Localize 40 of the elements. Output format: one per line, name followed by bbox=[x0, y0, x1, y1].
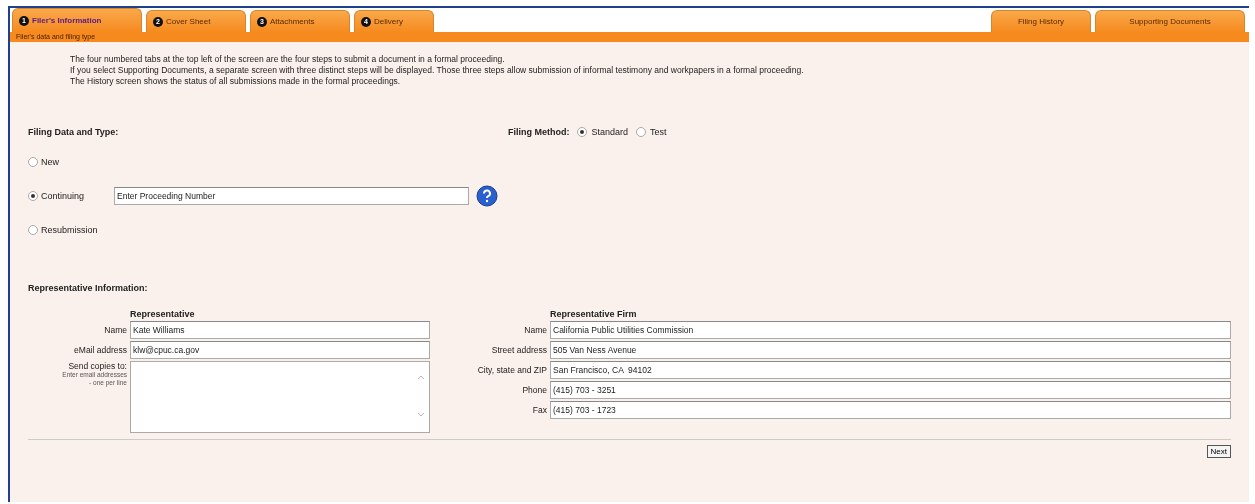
radio-button[interactable] bbox=[28, 157, 38, 167]
field-label: Name bbox=[523, 324, 548, 337]
section-heading: Filing Data and Type: bbox=[28, 127, 120, 137]
radio-button[interactable] bbox=[28, 225, 38, 235]
input-field[interactable]: 505 Van Ness Avenue bbox=[550, 341, 1231, 359]
column-heading: Representative bbox=[130, 309, 196, 319]
field-label: Name bbox=[103, 324, 128, 337]
input-field[interactable]: (415) 703 - 1723 bbox=[550, 401, 1231, 419]
column-heading: Representative Firm bbox=[550, 309, 638, 319]
next-button[interactable]: Next bbox=[1206, 445, 1231, 458]
field-label: Fax bbox=[531, 404, 548, 417]
copies-text-area[interactable] bbox=[130, 361, 430, 433]
scroll-arrows-icon bbox=[417, 374, 425, 418]
radio-label: Standard bbox=[591, 127, 628, 137]
intro-text: The four numbered tabs at the top left of the screen are the four steps to submit a document in a formal proceeding. bbox=[70, 54, 506, 65]
intro-text: The History screen shows the status of all submissions made in the formal proceedings. bbox=[70, 76, 402, 87]
help-icon[interactable] bbox=[476, 185, 498, 207]
input-field[interactable]: San Francisco, CA 94102 bbox=[550, 361, 1231, 379]
radio-button[interactable] bbox=[577, 127, 588, 137]
tab[interactable]: Supporting Documents bbox=[1095, 10, 1245, 32]
filing-method-label: Filing Method: bbox=[508, 127, 570, 137]
radio-button[interactable] bbox=[28, 191, 38, 201]
section-heading: Representative Information: bbox=[28, 283, 148, 293]
input-field[interactable]: (415) 703 - 3251 bbox=[550, 381, 1231, 399]
input-field[interactable]: klw@cpuc.ca.gov bbox=[130, 341, 430, 359]
tab[interactable]: Filing History bbox=[991, 10, 1091, 32]
field-label: eMail address bbox=[73, 344, 128, 357]
radio-label: Resubmission bbox=[41, 225, 99, 235]
radio-label: New bbox=[41, 157, 60, 167]
proceeding-number-field[interactable]: Enter Proceeding Number bbox=[114, 187, 469, 205]
input-field[interactable]: California Public Utilities Commission bbox=[550, 321, 1231, 339]
input-field[interactable]: Kate Williams bbox=[130, 321, 430, 339]
radio-label: Test bbox=[650, 127, 667, 137]
field-label: Send copies to: bbox=[68, 361, 127, 371]
field-label: City, state and ZIP bbox=[476, 364, 548, 377]
radio-label: Continuing bbox=[41, 191, 86, 201]
field-label: Street address bbox=[490, 344, 548, 357]
intro-text: If you select Supporting Documents, a separate screen with three distinct steps will be displayed. Those three steps allow submission of informal testimony and workpapers in a formal proceeding. bbox=[70, 65, 805, 76]
field-label: Phone bbox=[521, 384, 548, 397]
radio-button[interactable] bbox=[636, 127, 646, 137]
